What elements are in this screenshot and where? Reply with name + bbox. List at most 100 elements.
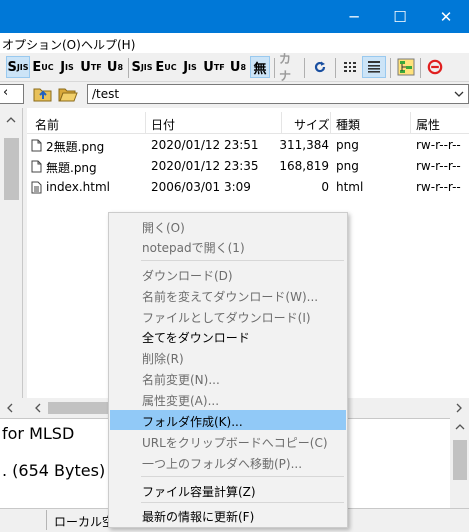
menu-item-download-as-file[interactable]: ファイルとしてダウンロード(I) [110,306,346,326]
menu-item-rename[interactable]: 名前変更(N)... [110,368,346,388]
column-type[interactable]: 種類 [336,116,360,133]
kanji-utf8-button[interactable]: U8 [104,56,126,78]
detail-view-button[interactable] [362,56,386,78]
kanji-utf8bom-button[interactable]: U TF [80,56,102,78]
toolbar-separator [420,58,421,78]
menu-item-download-rename[interactable]: 名前を変えてダウンロード(W)... [110,285,346,305]
chevron-down-icon [454,91,464,97]
column-attr[interactable]: 属性 [416,116,440,133]
status-divider [46,510,47,530]
combo-arrow-icon: ‹ [3,85,9,100]
remote-utf8-button[interactable]: U8 [227,56,249,78]
toolbar-separator [390,58,391,78]
remote-jis-button[interactable]: J IS [179,56,201,78]
file-size: 311,384 [279,138,329,152]
file-date: 2020/01/12 23:51 [151,138,259,152]
scroll-left-icon[interactable] [34,403,42,413]
table-row[interactable]: index.html 2006/03/01 3:09 0 html rw-r--… [27,177,469,198]
up-folder-button[interactable] [33,85,55,105]
menu-item-copy-url[interactable]: URLをクリップボードへコピー(C) [110,431,346,451]
tree-icon [397,58,415,76]
status-local-free: ローカル空 [54,515,115,529]
menu-item-download[interactable]: ダウンロード(D) [110,264,346,284]
kana-button[interactable]: カナ [279,52,301,83]
column-divider [330,112,331,134]
column-divider [281,112,282,134]
file-icon [31,139,42,152]
remote-euc-button[interactable]: E UC [155,56,177,78]
refresh-icon [314,61,326,73]
scroll-left-icon[interactable] [6,403,14,413]
table-row[interactable]: 無題.png 2020/01/12 23:35 168,819 png rw-r… [27,156,469,177]
log-scroll-thumb[interactable] [453,440,467,480]
local-path-combo[interactable]: ‹ [0,84,24,104]
local-scroll-thumb[interactable] [4,138,19,200]
file-type: html [336,180,364,194]
kanji-jis-button[interactable]: J IS [56,56,78,78]
menu-item-open[interactable]: 開く(O) [110,216,346,236]
toolbar-separator [274,58,275,78]
folder-open-icon [58,88,78,102]
file-type: png [336,138,359,152]
menu-separator [141,260,344,261]
file-date: 2006/03/01 3:09 [151,180,251,194]
menu-item-change-attributes[interactable]: 属性変更(A)... [110,389,346,409]
file-type: png [336,159,359,173]
maximize-icon: ☐ [393,7,407,26]
remote-utf8bom-button[interactable]: U TF [203,56,225,78]
column-name[interactable]: 名前 [35,116,59,133]
column-date[interactable]: 日付 [151,116,175,133]
menu-item-create-folder[interactable]: フォルダ作成(K)... [110,410,346,430]
menu-options[interactable]: オプション(O) [2,36,81,53]
maximize-button[interactable]: ☐ [377,0,423,33]
toolbar-separator [304,58,305,78]
column-size[interactable]: サイズ [294,116,330,133]
column-divider [410,112,411,134]
file-attr: rw-r--r-- [416,180,461,194]
menu-separator [141,502,344,503]
scroll-right-icon[interactable] [455,403,463,413]
file-attr: rw-r--r-- [416,159,461,173]
file-icon [31,160,42,173]
stop-icon [427,59,443,75]
menu-help[interactable]: ヘルプ(H) [81,36,135,53]
remote-path-value: /test [92,87,120,101]
file-name: 無題.png [46,161,97,175]
minimize-button[interactable]: ─ [331,0,377,33]
list-icon [344,62,356,72]
scroll-up-icon[interactable] [6,116,16,124]
menu-item-calc-size[interactable]: ファイル容量計算(Z) [110,480,346,500]
scroll-up-icon[interactable] [455,423,465,431]
remote-sjis-button[interactable]: S JIS [131,56,153,78]
kanji-sjis-button[interactable]: S JIS [6,56,30,78]
file-size: 0 [321,180,329,194]
detail-icon [368,61,380,73]
table-row[interactable]: 2無題.png 2020/01/12 23:51 311,384 png rw-… [27,135,469,156]
toolbar-separator [128,58,129,78]
toolbar-separator [335,58,336,78]
menu-item-open-notepad[interactable]: notepadで開く(1) [110,236,346,256]
open-folder-button[interactable] [58,85,80,105]
no-conversion-button[interactable]: 無 [250,56,270,78]
menu-item-download-all[interactable]: 全てをダウンロード [110,326,346,346]
refresh-button[interactable] [309,56,331,78]
tree-view-button[interactable] [395,56,417,78]
close-button[interactable]: ✕ [423,0,469,33]
file-size: 168,819 [279,159,329,173]
disconnect-button[interactable] [424,56,446,78]
menu-item-parent-folder[interactable]: 一つ上のフォルダへ移動(P)... [110,452,346,472]
file-name: 2無題.png [46,140,105,154]
column-divider [145,112,146,134]
menu-separator [141,476,344,477]
file-name: index.html [46,180,110,194]
kanji-euc-button[interactable]: E UC [32,56,54,78]
folder-up-icon [33,88,52,102]
log-line: . (654 Bytes) [2,461,106,480]
document-icon [31,181,42,194]
list-view-button[interactable] [339,56,361,78]
menu-item-refresh[interactable]: 最新の情報に更新(F) [110,505,346,525]
file-date: 2020/01/12 23:35 [151,159,259,173]
menu-item-delete[interactable]: 削除(R) [110,347,346,367]
context-menu: 開く(O) notepadで開く(1) ダウンロード(D) 名前を変えてダウンロ… [108,212,348,528]
remote-path-combo[interactable]: /test [87,84,469,104]
